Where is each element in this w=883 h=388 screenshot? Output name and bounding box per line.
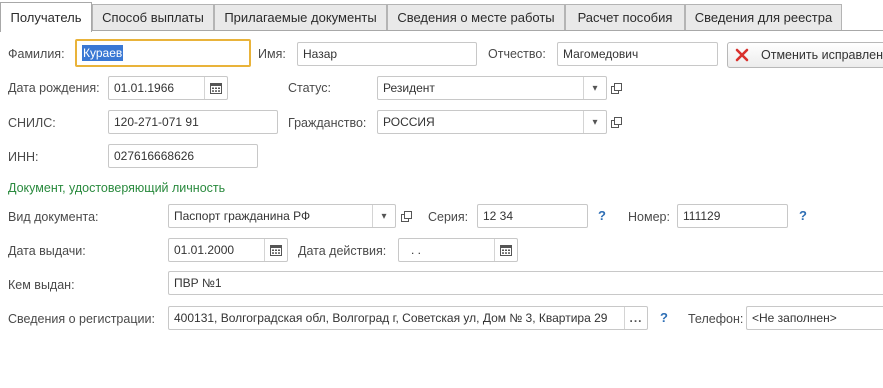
phone-label: Телефон: [688,312,744,326]
issued-by-label: Кем выдан: [8,278,75,292]
tab-recipient[interactable]: Получатель [0,2,92,32]
registration-label: Сведения о регистрации: [8,312,155,326]
open-form-icon[interactable] [607,77,626,99]
birthdate-value: 01.01.1966 [114,81,175,95]
registration-help-icon[interactable]: ? [660,310,668,326]
open-form-icon[interactable] [607,111,626,133]
tab-registry-info[interactable]: Сведения для реестра [685,4,842,30]
issue-date-field[interactable]: 01.01.2000 [168,238,288,262]
issued-by-value: ПВР №1 [174,276,222,290]
number-label: Номер: [628,210,670,224]
valid-date-label: Дата действия: [298,244,387,258]
status-select[interactable]: Резидент ▾ [377,76,607,100]
identity-document-section-title: Документ, удостоверяющий личность [8,181,226,195]
name-label: Имя: [258,47,286,61]
patronymic-field[interactable]: Магомедович [557,42,718,66]
snils-field[interactable]: 120-271-071 91 [108,110,278,134]
series-label: Серия: [428,210,469,224]
tab-bar-divider [0,30,883,31]
surname-field[interactable]: Кураев [75,39,251,67]
tab-bar: Получатель Способ выплаты Прилагаемые до… [0,0,883,32]
chevron-down-icon[interactable]: ▾ [583,77,606,99]
document-type-value: Паспорт гражданина РФ [174,209,311,223]
phone-value: <Не заполнен> [752,311,837,325]
snils-value: 120-271-071 91 [114,115,199,129]
patronymic-value: Магомедович [563,47,639,61]
tab-payment-method[interactable]: Способ выплаты [92,4,214,30]
document-type-label: Вид документа: [8,210,99,224]
patronymic-label: Отчество: [488,47,546,61]
cancel-corrections-label: Отменить исправлен [761,48,883,62]
name-field[interactable]: Назар [297,42,477,66]
status-value: Резидент [383,81,435,95]
series-help-icon[interactable]: ? [598,208,606,224]
number-value: 111129 [683,209,721,223]
open-form-icon[interactable] [397,205,416,227]
calendar-icon[interactable] [204,77,227,99]
birthdate-field[interactable]: 01.01.1966 [108,76,228,100]
chevron-down-icon[interactable]: ▾ [372,205,395,227]
registration-value: 400131, Волгоградская обл, Волгоград г, … [174,311,608,325]
name-value: Назар [303,47,338,61]
snils-label: СНИЛС: [8,116,56,130]
inn-label: ИНН: [8,150,39,164]
red-x-icon [735,48,749,62]
number-field[interactable]: 111129 [677,204,788,228]
registration-field[interactable]: 400131, Волгоградская обл, Волгоград г, … [168,306,648,330]
tab-attached-documents[interactable]: Прилагаемые документы [214,4,387,30]
issue-date-label: Дата выдачи: [8,244,86,258]
inn-value: 027616668626 [114,149,195,163]
number-help-icon[interactable]: ? [799,208,807,224]
tab-benefit-calculation[interactable]: Расчет пособия [565,4,685,30]
series-field[interactable]: 12 34 [477,204,588,228]
series-value: 12 34 [483,209,514,223]
calendar-icon[interactable] [264,239,287,261]
valid-date-field[interactable]: . . [398,238,518,262]
citizenship-value: РОССИЯ [383,115,435,129]
chevron-down-icon[interactable]: ▾ [583,111,606,133]
document-type-select[interactable]: Паспорт гражданина РФ ▾ [168,204,396,228]
birthdate-label: Дата рождения: [8,81,100,95]
status-label: Статус: [288,81,331,95]
valid-date-value: . . [411,243,422,257]
surname-label: Фамилия: [8,47,65,61]
tab-workplace-info[interactable]: Сведения о месте работы [387,4,565,30]
inn-field[interactable]: 027616668626 [108,144,258,168]
cancel-corrections-button[interactable]: Отменить исправлен [727,42,883,68]
issue-date-value: 01.01.2000 [174,243,235,257]
citizenship-select[interactable]: РОССИЯ ▾ [377,110,607,134]
citizenship-label: Гражданство: [288,116,367,130]
calendar-icon[interactable] [494,239,517,261]
issued-by-field[interactable]: ПВР №1 [168,271,883,295]
surname-value: Кураев [82,45,124,61]
phone-field[interactable]: <Не заполнен> [746,306,883,330]
select-address-button[interactable]: ... [624,307,647,329]
